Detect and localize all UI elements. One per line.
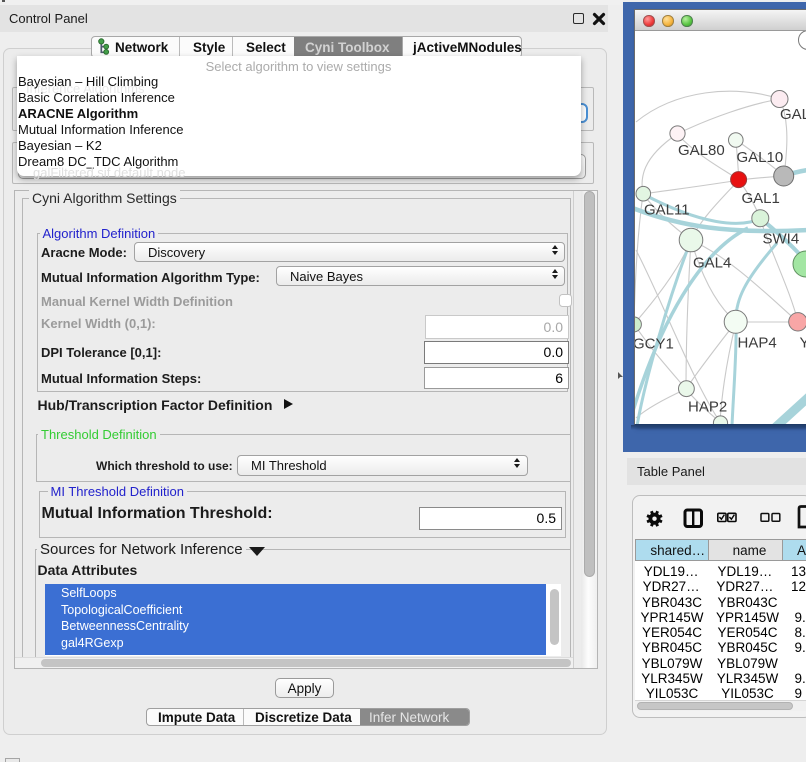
svg-text:HAP4: HAP4 — [738, 335, 777, 352]
svg-text:Y: Y — [800, 335, 806, 352]
svg-text:GAL11: GAL11 — [644, 202, 690, 219]
svg-text:GCY1: GCY1 — [635, 336, 674, 353]
svg-text:SWI4: SWI4 — [763, 231, 800, 248]
svg-text:HAP2: HAP2 — [688, 399, 727, 416]
svg-text:GAL10: GAL10 — [737, 149, 784, 166]
svg-text:GAL7: GAL7 — [780, 106, 806, 123]
svg-text:GAL4: GAL4 — [693, 255, 731, 272]
svg-text:GAL1: GAL1 — [742, 190, 780, 207]
svg-text:GAL80: GAL80 — [678, 142, 725, 159]
